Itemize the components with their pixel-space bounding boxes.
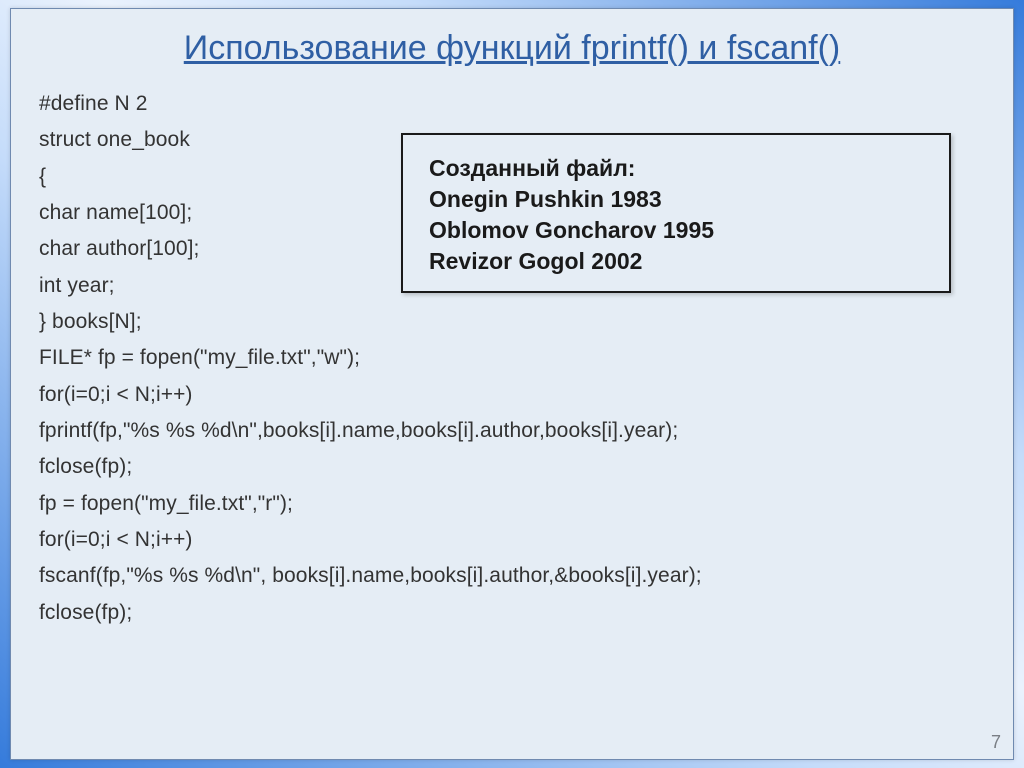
code-line: fprintf(fp,"%s %s %d\n",books[i].name,bo…: [39, 413, 985, 449]
code-line: FILE* fp = fopen("my_file.txt","w");: [39, 340, 985, 376]
code-line: } books[N];: [39, 304, 985, 340]
slide-title: Использование функций fprintf() и fscanf…: [39, 29, 985, 68]
slide-frame: Использование функций fprintf() и fscanf…: [10, 8, 1014, 760]
output-box: Созданный файл: Onegin Pushkin 1983 Oblo…: [401, 133, 951, 293]
code-line: fp = fopen("my_file.txt","r");: [39, 486, 985, 522]
output-heading: Созданный файл:: [429, 153, 923, 184]
output-line: Revizor Gogol 2002: [429, 246, 923, 277]
code-line: for(i=0;i < N;i++): [39, 522, 985, 558]
output-line: Oblomov Goncharov 1995: [429, 215, 923, 246]
code-line: #define N 2: [39, 86, 985, 122]
code-line: fscanf(fp,"%s %s %d\n", books[i].name,bo…: [39, 558, 985, 594]
code-line: fclose(fp);: [39, 449, 985, 485]
code-line: fclose(fp);: [39, 595, 985, 631]
code-line: for(i=0;i < N;i++): [39, 377, 985, 413]
output-line: Onegin Pushkin 1983: [429, 184, 923, 215]
page-number: 7: [991, 732, 1001, 753]
